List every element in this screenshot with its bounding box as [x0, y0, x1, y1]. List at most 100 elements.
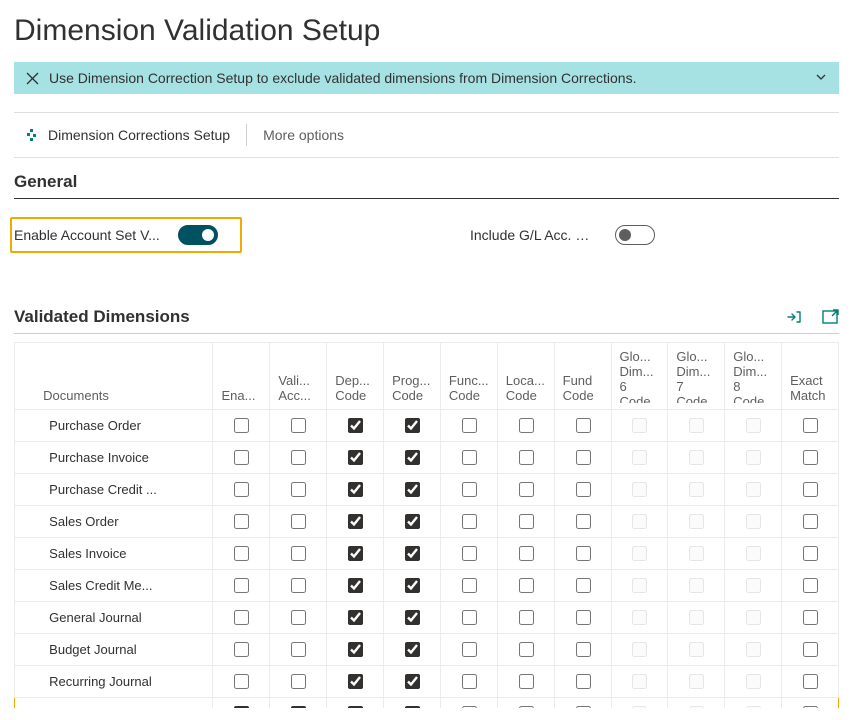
grid-checkbox[interactable]	[291, 514, 306, 529]
grid-checkbox[interactable]	[576, 610, 591, 625]
grid-checkbox[interactable]	[462, 578, 477, 593]
grid-checkbox[interactable]	[291, 450, 306, 465]
grid-checkbox[interactable]	[462, 610, 477, 625]
grid-checkbox[interactable]	[234, 642, 249, 657]
grid-checkbox[interactable]	[576, 450, 591, 465]
document-name-cell[interactable]: Purchase Invoice	[35, 442, 213, 474]
document-name-cell[interactable]: General Journal	[35, 602, 213, 634]
grid-checkbox[interactable]	[348, 450, 363, 465]
grid-checkbox[interactable]	[519, 578, 534, 593]
grid-checkbox[interactable]	[405, 546, 420, 561]
table-row[interactable]: Sales Order	[15, 506, 839, 538]
column-header[interactable]: Exact Match	[782, 343, 839, 410]
column-header[interactable]: Func... Code	[440, 343, 497, 410]
column-header[interactable]: Prog... Code	[384, 343, 441, 410]
grid-checkbox[interactable]	[803, 514, 818, 529]
grid-checkbox[interactable]	[462, 450, 477, 465]
table-row[interactable]: Sales Invoice	[15, 538, 839, 570]
grid-checkbox[interactable]	[462, 674, 477, 689]
grid-checkbox[interactable]	[234, 546, 249, 561]
table-row[interactable]: Recurring Journal	[15, 666, 839, 698]
grid-checkbox[interactable]	[348, 610, 363, 625]
grid-checkbox[interactable]	[291, 674, 306, 689]
grid-checkbox[interactable]	[291, 610, 306, 625]
column-header[interactable]: Glo... Dim... 7 Code	[668, 343, 725, 410]
grid-checkbox[interactable]	[462, 546, 477, 561]
grid-checkbox[interactable]	[405, 642, 420, 657]
column-header[interactable]: Dep... Code	[327, 343, 384, 410]
table-row[interactable]: Purchase Credit ...	[15, 474, 839, 506]
grid-checkbox[interactable]	[405, 514, 420, 529]
grid-checkbox[interactable]	[576, 482, 591, 497]
grid-checkbox[interactable]	[234, 578, 249, 593]
grid-checkbox[interactable]	[234, 482, 249, 497]
grid-checkbox[interactable]	[519, 482, 534, 497]
grid-checkbox[interactable]	[291, 578, 306, 593]
grid-checkbox[interactable]	[803, 642, 818, 657]
table-row[interactable]: Budget Journal	[15, 634, 839, 666]
table-row[interactable]: Purchase Invoice	[15, 442, 839, 474]
document-name-cell[interactable]: Deposits	[35, 698, 213, 709]
chevron-down-icon[interactable]	[815, 70, 827, 86]
column-header[interactable]: Loca... Code	[497, 343, 554, 410]
dimension-corrections-setup-button[interactable]: Dimension Corrections Setup	[14, 123, 240, 147]
grid-checkbox[interactable]	[234, 514, 249, 529]
grid-checkbox[interactable]	[348, 418, 363, 433]
column-header[interactable]: Glo... Dim... 6 Code	[611, 343, 668, 410]
grid-checkbox[interactable]	[462, 642, 477, 657]
column-header[interactable]: Documents	[35, 343, 213, 410]
grid-checkbox[interactable]	[803, 610, 818, 625]
row-handle[interactable]	[15, 570, 36, 602]
grid-checkbox[interactable]	[803, 674, 818, 689]
grid-checkbox[interactable]	[291, 706, 306, 708]
grid-checkbox[interactable]	[234, 450, 249, 465]
grid-checkbox[interactable]	[576, 418, 591, 433]
column-header[interactable]: Glo... Dim... 8 Code	[725, 343, 782, 410]
document-name-cell[interactable]: Budget Journal	[35, 634, 213, 666]
grid-checkbox[interactable]	[348, 546, 363, 561]
grid-checkbox[interactable]	[348, 514, 363, 529]
grid-checkbox[interactable]	[234, 610, 249, 625]
grid-checkbox[interactable]	[348, 706, 363, 708]
grid-checkbox[interactable]	[234, 418, 249, 433]
row-handle[interactable]	[15, 474, 36, 506]
grid-checkbox[interactable]	[462, 482, 477, 497]
column-header[interactable]: Ena...	[213, 343, 270, 410]
grid-checkbox[interactable]	[576, 578, 591, 593]
table-row[interactable]: General Journal	[15, 602, 839, 634]
more-options-button[interactable]: More options	[253, 123, 354, 147]
document-name-cell[interactable]: Sales Order	[35, 506, 213, 538]
grid-checkbox[interactable]	[348, 642, 363, 657]
grid-checkbox[interactable]	[348, 578, 363, 593]
row-handle[interactable]	[15, 442, 36, 474]
document-name-cell[interactable]: Sales Credit Me...	[35, 570, 213, 602]
row-handle[interactable]	[15, 506, 36, 538]
grid-checkbox[interactable]	[519, 642, 534, 657]
grid-checkbox[interactable]	[576, 514, 591, 529]
grid-checkbox[interactable]	[576, 642, 591, 657]
document-name-cell[interactable]: Purchase Credit ...	[35, 474, 213, 506]
grid-checkbox[interactable]	[405, 610, 420, 625]
expand-icon[interactable]	[821, 308, 839, 326]
grid-checkbox[interactable]	[803, 706, 818, 708]
grid-checkbox[interactable]	[462, 514, 477, 529]
row-handle[interactable]	[15, 602, 36, 634]
row-handle[interactable]	[15, 634, 36, 666]
row-handle[interactable]	[15, 538, 36, 570]
grid-checkbox[interactable]	[576, 674, 591, 689]
grid-checkbox[interactable]	[803, 578, 818, 593]
grid-checkbox[interactable]	[348, 482, 363, 497]
grid-checkbox[interactable]	[405, 578, 420, 593]
grid-checkbox[interactable]	[291, 546, 306, 561]
grid-checkbox[interactable]	[348, 674, 363, 689]
grid-checkbox[interactable]	[405, 482, 420, 497]
row-handle[interactable]	[15, 410, 36, 442]
grid-checkbox[interactable]	[234, 674, 249, 689]
grid-checkbox[interactable]	[291, 418, 306, 433]
enable-account-set-toggle[interactable]	[178, 225, 218, 245]
document-name-cell[interactable]: Sales Invoice	[35, 538, 213, 570]
grid-checkbox[interactable]	[519, 674, 534, 689]
grid-checkbox[interactable]	[519, 450, 534, 465]
document-name-cell[interactable]: Purchase Order	[35, 410, 213, 442]
share-icon[interactable]	[785, 308, 803, 326]
